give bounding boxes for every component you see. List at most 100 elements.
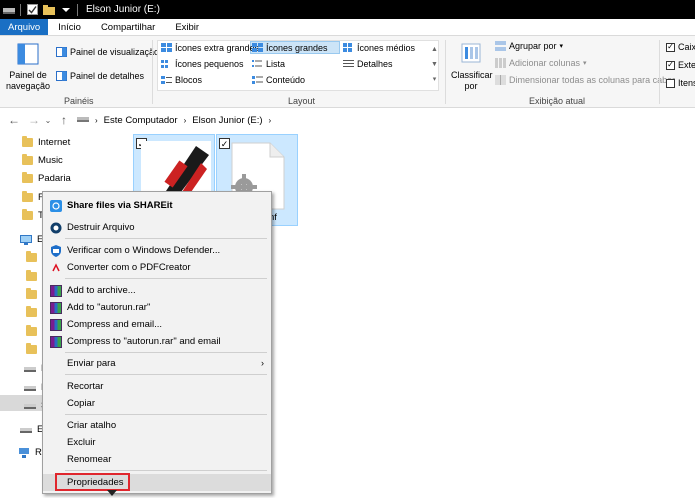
layout-extra-large-icons[interactable]: Ícones extra grandes [161,43,259,53]
menu-separator [65,238,267,239]
details-pane-icon [56,71,67,81]
layout-tiles[interactable]: Blocos [161,75,202,85]
scroll-up-icon[interactable]: ▲ [431,46,438,53]
tab-file[interactable]: Arquivo [0,19,49,35]
scroll-down-icon[interactable]: ▼ [431,61,438,68]
chevron-right-icon: › [261,358,264,368]
menu-item-label: Recortar [67,381,104,392]
menu-item-label: Enviar para [67,358,116,369]
layout-details[interactable]: Detalhes [343,59,393,69]
nav-item-internet[interactable]: Internet [22,136,71,148]
file-checkbox[interactable]: ✓ [219,138,230,149]
item-checkboxes-label: Caix [678,42,695,52]
winrar-icon [50,302,62,314]
menu-item-pdfcreator[interactable]: Converter com o PDFCreator [43,259,271,276]
menu-item-label: Renomear [67,454,112,465]
drive-icon [20,427,32,433]
menu-item-delete[interactable]: Excluir [43,434,271,451]
menu-item-destroy-file[interactable]: Destruir Arquivo [43,219,271,236]
nav-item-music[interactable]: Music [22,154,63,166]
file-extensions-toggle[interactable]: ✓ Exte [666,60,695,70]
nav-item-label: Internet [38,137,71,148]
nav-item-folder[interactable]: T [22,209,44,221]
menu-separator [65,278,267,279]
nav-item-label: Padaria [38,173,71,184]
properties-icon[interactable] [26,4,38,16]
breadcrumb-drive[interactable]: Elson Junior (E:) [192,115,262,126]
content-label: Conteúdo [266,75,306,85]
layout-content[interactable]: Conteúdo [252,75,305,85]
new-folder-icon[interactable] [43,4,55,16]
group-by-icon [495,41,506,51]
shredder-icon [50,222,62,234]
sort-by-icon [461,43,481,63]
layout-scroll[interactable]: ▲ ▼ ▾ [431,42,438,90]
current-view-group-label: Exibição atual [529,96,586,106]
layout-large-icons[interactable]: Ícones grandes [252,43,328,53]
add-columns-button[interactable]: Adicionar colunas ▾ [495,58,587,68]
chevron-right-icon[interactable]: › [269,116,272,125]
title-bar: Elson Junior (E:) [0,0,695,19]
menu-item-label: Converter com o PDFCreator [67,262,191,273]
large-icons-label: Ícones grandes [266,43,328,53]
sort-by-label: Classificar por [451,70,493,91]
checkbox-icon [666,78,675,88]
chevron-right-icon[interactable]: › [184,116,187,125]
menu-separator [65,352,267,353]
sort-by-button[interactable]: Classificar por [451,40,493,94]
add-columns-icon [495,58,506,68]
list-icon [252,60,262,67]
expand-gallery-icon[interactable]: ▾ [433,76,437,83]
tab-view[interactable]: Exibir [165,19,209,35]
menu-item-windows-defender[interactable]: Verificar com o Windows Defender... [43,242,271,259]
menu-item-label: Share files via SHAREit [67,200,173,211]
menu-item-cut[interactable]: Recortar [43,378,271,395]
breadcrumb-this-pc[interactable]: Este Computador [104,115,178,126]
preview-pane-button[interactable]: Painel de visualização [56,47,159,57]
customize-toolbar-icon[interactable] [60,4,72,16]
size-columns-button[interactable]: Dimensionar todas as colunas para caber [495,75,675,85]
back-arrow-icon[interactable]: ← [7,113,21,127]
recent-locations-icon[interactable]: ⌄ [41,116,55,125]
menu-separator [65,414,267,415]
details-icon [343,60,354,67]
menu-item-label: Compress to "autorun.rar" and email [67,336,221,347]
folder-icon [26,306,37,317]
menu-item-send-to[interactable]: Enviar para › [43,355,271,372]
menu-separator [65,470,267,471]
drive-icon[interactable] [3,4,15,16]
layout-group-label: Layout [288,96,316,106]
medium-icons-icon [343,43,352,52]
toolbar-separator [77,3,78,16]
layout-medium-icons[interactable]: Ícones médios [343,43,415,53]
details-pane-button[interactable]: Painel de detalhes [56,71,144,81]
navigation-pane-button[interactable]: Painel de navegação [6,42,50,94]
navigation-pane-label: Painel de navegação [6,70,51,91]
hidden-items-toggle[interactable]: Itens [666,78,695,88]
menu-item-add-to-archive[interactable]: Add to archive... [43,282,271,299]
layout-small-icons[interactable]: Ícones pequenos [161,59,244,69]
nav-item-folder[interactable]: F [22,191,44,203]
group-by-button[interactable]: Agrupar por ▾ [495,41,563,51]
dropdown-icon: ▾ [559,43,564,50]
tab-home[interactable]: Início [48,19,91,35]
breadcrumb: › Este Computador › Elson Junior (E:) › [77,115,271,126]
menu-item-copy[interactable]: Copiar [43,395,271,412]
chevron-right-icon[interactable]: › [95,116,98,125]
forward-arrow-icon[interactable]: → [27,113,41,127]
menu-item-label: Add to archive... [67,285,136,296]
menu-item-rename[interactable]: Renomear [43,451,271,468]
drive-icon [24,385,36,391]
menu-item-shareit[interactable]: Share files via SHAREit [43,197,271,214]
layout-list[interactable]: Lista [252,59,285,69]
menu-item-create-shortcut[interactable]: Criar atalho [43,417,271,434]
item-checkboxes-toggle[interactable]: ✓ Caix [666,42,695,52]
menu-item-compress-email[interactable]: Compress and email... [43,316,271,333]
menu-item-label: Destruir Arquivo [67,222,135,233]
tab-share[interactable]: Compartilhar [91,19,165,35]
nav-item-padaria[interactable]: Padaria [22,172,71,184]
menu-item-add-to-rar[interactable]: Add to "autorun.rar" [43,299,271,316]
list-label: Lista [266,59,286,69]
up-arrow-icon[interactable]: ↑ [57,113,71,127]
menu-item-compress-rar-email[interactable]: Compress to "autorun.rar" and email [43,333,271,350]
